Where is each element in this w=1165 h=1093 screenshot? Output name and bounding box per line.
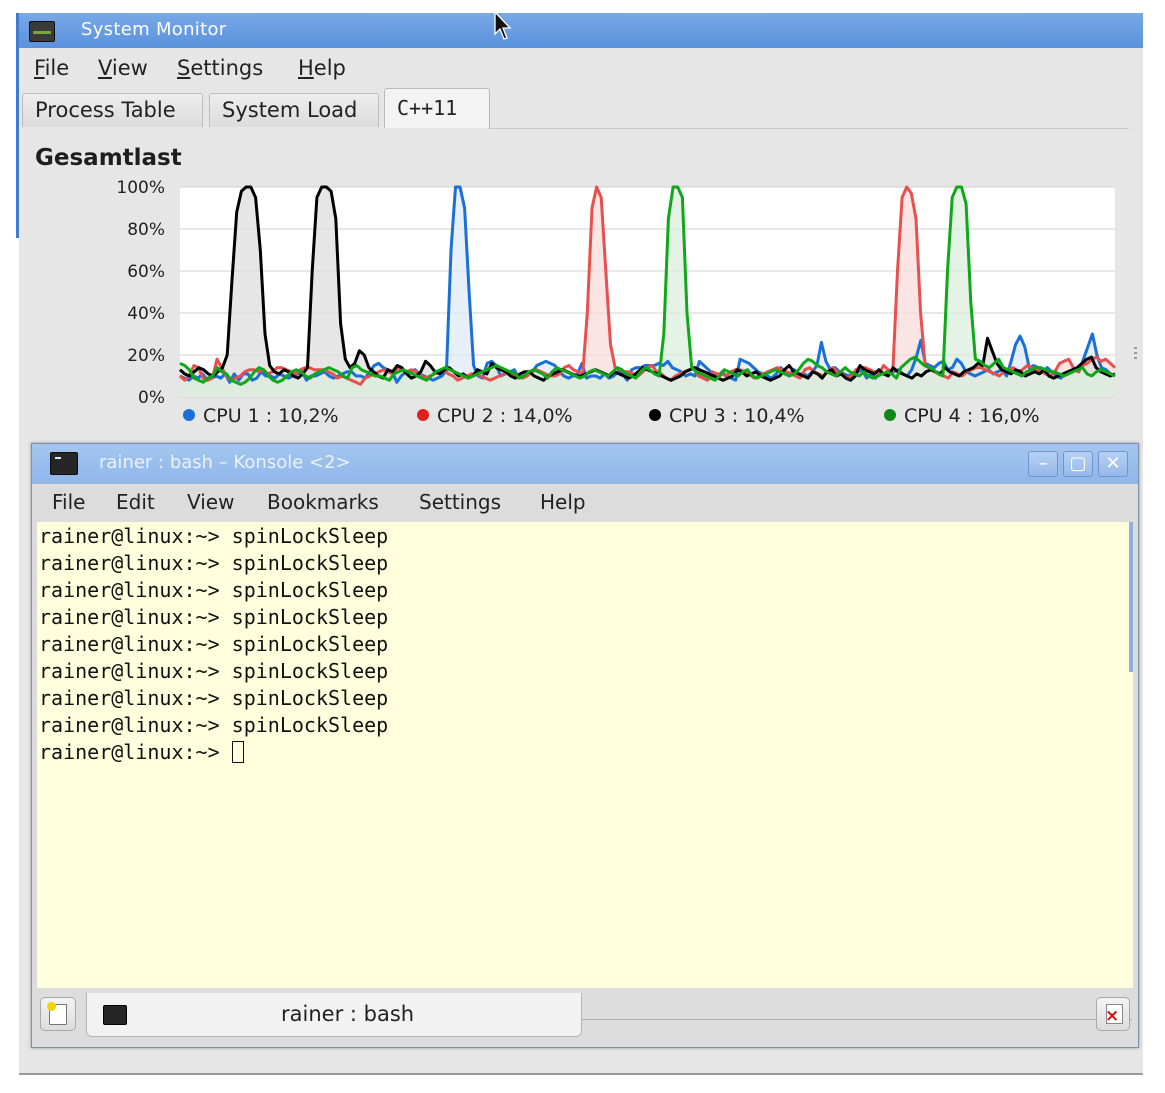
minimize-button[interactable]: – xyxy=(1028,451,1058,477)
terminal-line: rainer@linux:~> spinLockSleep xyxy=(39,578,389,602)
konsole-menu-edit[interactable]: Edit xyxy=(116,490,155,514)
y-tick-label: 20% xyxy=(127,346,165,366)
legend-item-cpu2: CPU 2 : 14,0% xyxy=(417,405,573,427)
legend-dot-icon xyxy=(183,409,195,421)
konsole-window-title: rainer : bash – Konsole <2> xyxy=(99,452,351,473)
system-monitor-app-icon xyxy=(29,21,55,42)
legend-item-cpu3: CPU 3 : 10,4% xyxy=(649,405,805,427)
y-tick-label: 0% xyxy=(138,388,165,408)
konsole-titlebar[interactable]: rainer : bash – Konsole <2> – ▢ ✕ xyxy=(32,444,1138,484)
terminal-output[interactable]: rainer@linux:~> spinLockSleep rainer@lin… xyxy=(37,522,1133,988)
terminal-prompt: rainer@linux:~> xyxy=(39,740,232,764)
legend-item-cpu1: CPU 1 : 10,2% xyxy=(183,405,339,427)
konsole-menu-help[interactable]: Help xyxy=(540,490,586,514)
menu-settings[interactable]: Settings xyxy=(177,56,263,80)
cpu-load-chart: 100% 80% 60% 40% 20% 0% xyxy=(116,178,1117,408)
menu-view[interactable]: View xyxy=(98,56,148,80)
session-tab-label: rainer : bash xyxy=(281,1002,415,1026)
tab-system-load[interactable]: System Load xyxy=(209,93,379,127)
chart-y-axis: 100% 80% 60% 40% 20% 0% xyxy=(116,178,165,408)
terminal-line: rainer@linux:~> spinLockSleep xyxy=(39,659,389,683)
konsole-menu-file[interactable]: File xyxy=(52,490,85,514)
y-tick-label: 40% xyxy=(127,304,165,324)
tab-cpp11[interactable]: C++11 xyxy=(384,88,490,128)
maximize-button[interactable]: ▢ xyxy=(1063,451,1093,477)
tab-process-table[interactable]: Process Table xyxy=(22,93,203,127)
konsole-window: rainer : bash – Konsole <2> – ▢ ✕ File E… xyxy=(31,443,1139,1048)
new-tab-button[interactable] xyxy=(40,997,76,1031)
tab-divider xyxy=(489,128,1129,129)
konsole-menu-bookmarks[interactable]: Bookmarks xyxy=(267,490,379,514)
terminal-tab-icon xyxy=(103,1005,127,1025)
legend-item-cpu4: CPU 4 : 16,0% xyxy=(884,405,1040,427)
system-monitor-menubar: File View Settings Help xyxy=(19,51,1143,87)
close-tab-button[interactable] xyxy=(1096,997,1130,1031)
legend-dot-icon xyxy=(649,409,661,421)
terminal-line: rainer@linux:~> spinLockSleep xyxy=(39,713,389,737)
terminal-line: rainer@linux:~> spinLockSleep xyxy=(39,605,389,629)
terminal-line: rainer@linux:~> spinLockSleep xyxy=(39,551,389,575)
terminal-prompt-line: rainer@linux:~> xyxy=(39,740,244,767)
window-title: System Monitor xyxy=(81,19,227,40)
legend-dot-icon xyxy=(417,409,429,421)
konsole-tabbar: rainer : bash xyxy=(32,991,1138,1039)
terminal-line: rainer@linux:~> spinLockSleep xyxy=(39,524,389,548)
konsole-session-tab[interactable]: rainer : bash xyxy=(86,993,582,1037)
menu-help[interactable]: Help xyxy=(298,56,346,80)
terminal-cursor xyxy=(231,741,244,763)
konsole-menubar: File Edit View Bookmarks Settings Help xyxy=(32,486,1138,518)
y-tick-label: 80% xyxy=(127,220,165,240)
terminal-line: rainer@linux:~> spinLockSleep xyxy=(39,686,389,710)
konsole-menu-view[interactable]: View xyxy=(187,490,234,514)
menu-file[interactable]: File xyxy=(34,56,69,80)
terminal-scrollbar[interactable] xyxy=(1129,522,1133,672)
y-tick-label: 60% xyxy=(127,262,165,282)
konsole-menu-settings[interactable]: Settings xyxy=(419,490,501,514)
terminal-line: rainer@linux:~> spinLockSleep xyxy=(39,632,389,656)
terminal-app-icon xyxy=(50,452,78,475)
resize-grip[interactable] xyxy=(1134,347,1137,361)
y-tick-label: 100% xyxy=(116,178,165,198)
mouse-cursor-icon xyxy=(494,10,512,40)
legend-dot-icon xyxy=(884,409,896,421)
close-button[interactable]: ✕ xyxy=(1098,451,1128,477)
tabbar-empty-area xyxy=(582,993,1132,1020)
system-monitor-titlebar[interactable]: System Monitor xyxy=(19,13,1143,48)
